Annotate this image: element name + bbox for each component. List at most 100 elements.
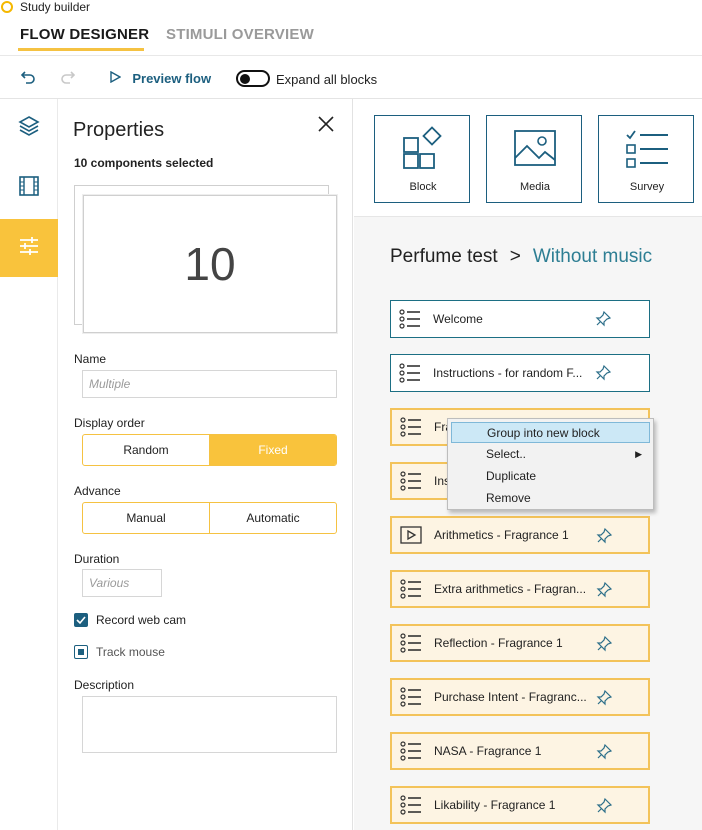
list-icon xyxy=(399,362,421,384)
pin-icon[interactable] xyxy=(595,364,612,386)
menu-item-group-into-new-block[interactable]: Group into new block xyxy=(451,422,650,443)
flow-item-label: NASA - Fragrance 1 xyxy=(434,744,542,758)
palette-survey-label: Survey xyxy=(629,181,665,193)
flow-item-label: Purchase Intent - Fragranc... xyxy=(434,690,586,704)
flow-item[interactable]: Welcome xyxy=(390,300,650,338)
play-icon xyxy=(400,526,422,544)
flow-item-label: Instructions - for random F... xyxy=(433,366,583,380)
track-mouse-checkbox[interactable] xyxy=(74,645,88,659)
flow-item-label: Extra arithmetics - Fragran... xyxy=(434,582,586,596)
undo-icon[interactable] xyxy=(20,69,36,90)
flow-item[interactable]: Reflection - Fragrance 1 xyxy=(390,624,650,662)
display-order-fixed[interactable]: Fixed xyxy=(209,435,336,465)
flow-item[interactable]: Purchase Intent - Fragranc... xyxy=(390,678,650,716)
app-title: Study builder xyxy=(20,0,91,14)
palette-block-card[interactable]: Block xyxy=(374,115,470,203)
main-tabs: FLOW DESIGNER STIMULI OVERVIEW xyxy=(0,16,702,56)
properties-title: Properties xyxy=(73,119,165,141)
tab-flow-designer[interactable]: FLOW DESIGNER xyxy=(20,26,149,43)
duration-label: Duration xyxy=(74,552,120,566)
breadcrumb-separator: > xyxy=(509,246,521,267)
list-icon xyxy=(400,740,422,762)
menu-item-remove[interactable]: Remove xyxy=(451,488,650,509)
record-webcam-label: Record web cam xyxy=(96,613,187,627)
description-label: Description xyxy=(74,678,135,692)
selection-count: 10 xyxy=(184,238,236,290)
rail-properties-button[interactable] xyxy=(0,219,58,277)
menu-item-label: Select.. xyxy=(486,447,527,461)
display-order-label: Display order xyxy=(74,416,145,430)
expand-all-toggle[interactable] xyxy=(236,70,270,87)
advance-automatic[interactable]: Automatic xyxy=(209,503,336,533)
menu-item-label: Group into new block xyxy=(487,426,600,440)
palette-media-card[interactable]: Media xyxy=(486,115,582,203)
flow-item[interactable]: NASA - Fragrance 1 xyxy=(390,732,650,770)
list-icon xyxy=(400,470,422,492)
expand-all-label: Expand all blocks xyxy=(276,72,378,87)
film-icon xyxy=(17,174,41,203)
sliders-icon xyxy=(17,234,41,263)
app-logo-icon xyxy=(1,1,13,13)
survey-icon xyxy=(599,126,695,172)
title-bar: Study builder xyxy=(0,0,702,16)
preview-flow-button[interactable]: Preview flow xyxy=(110,70,212,86)
track-mouse-row[interactable]: Track mouse xyxy=(74,645,165,659)
duration-input[interactable]: Various xyxy=(82,569,162,597)
left-rail xyxy=(0,99,58,830)
record-webcam-checkbox[interactable] xyxy=(74,613,88,627)
selection-summary: 10 components selected xyxy=(74,156,214,170)
name-label: Name xyxy=(74,352,107,366)
pin-icon[interactable] xyxy=(596,743,613,765)
menu-item-label: Duplicate xyxy=(486,469,537,483)
advance-manual[interactable]: Manual xyxy=(83,503,209,533)
flow-item[interactable]: Instructions - for random F... xyxy=(390,354,650,392)
palette-survey-card[interactable]: Survey xyxy=(598,115,694,203)
track-mouse-label: Track mouse xyxy=(96,645,165,659)
pin-icon[interactable] xyxy=(595,310,612,332)
menu-item-label: Remove xyxy=(486,491,531,505)
component-palette: Block Media Survey xyxy=(354,99,702,217)
flow-item[interactable]: Arithmetics - Fragrance 1 xyxy=(390,516,650,554)
submenu-arrow-icon: ▶ xyxy=(635,449,642,459)
toolbar: Preview flow Expand all blocks xyxy=(0,57,702,99)
preview-flow-label: Preview flow xyxy=(132,71,212,86)
properties-panel: Properties 10 components selected 10 Nam… xyxy=(59,99,353,830)
tab-stimuli-overview[interactable]: STIMULI OVERVIEW xyxy=(166,26,314,43)
record-webcam-row[interactable]: Record web cam xyxy=(74,613,186,627)
toggle-knob xyxy=(240,73,250,84)
name-input[interactable]: Multiple xyxy=(82,370,337,398)
rail-layers-button[interactable] xyxy=(0,99,58,157)
block-icon xyxy=(375,126,471,172)
pin-icon[interactable] xyxy=(596,581,613,603)
pin-icon[interactable] xyxy=(596,689,613,711)
play-icon xyxy=(110,70,124,86)
redo-icon[interactable] xyxy=(60,69,76,90)
pin-icon[interactable] xyxy=(596,797,613,819)
flow-item-label: Welcome xyxy=(433,312,483,326)
active-tab-indicator xyxy=(18,48,144,51)
flow-item-label: Likability - Fragrance 1 xyxy=(434,798,556,812)
layers-icon xyxy=(17,114,41,143)
display-order-random[interactable]: Random xyxy=(83,435,209,465)
flow-item[interactable]: Likability - Fragrance 1 xyxy=(390,786,650,824)
list-icon xyxy=(400,686,422,708)
list-icon xyxy=(400,416,422,438)
indeterminate-mark xyxy=(78,649,84,655)
list-icon xyxy=(400,578,422,600)
breadcrumb-parent[interactable]: Perfume test xyxy=(390,246,498,267)
breadcrumb: Perfume test > Without music xyxy=(390,246,652,268)
menu-item-select[interactable]: Select.. ▶ xyxy=(451,444,650,465)
rail-film-button[interactable] xyxy=(0,159,58,217)
close-icon[interactable] xyxy=(317,113,335,139)
breadcrumb-current: Without music xyxy=(532,246,653,267)
pin-icon[interactable] xyxy=(596,635,613,657)
pin-icon[interactable] xyxy=(596,527,613,549)
description-textarea[interactable] xyxy=(82,696,337,753)
flow-item[interactable]: Extra arithmetics - Fragran... xyxy=(390,570,650,608)
menu-item-duplicate[interactable]: Duplicate xyxy=(451,466,650,487)
context-menu: Group into new block Select.. ▶ Duplicate… xyxy=(447,418,654,510)
image-icon xyxy=(487,126,583,172)
display-order-segment: Random Fixed xyxy=(82,434,337,466)
flow-item-label: Reflection - Fragrance 1 xyxy=(434,636,563,650)
flow-item-label: Arithmetics - Fragrance 1 xyxy=(434,528,569,542)
